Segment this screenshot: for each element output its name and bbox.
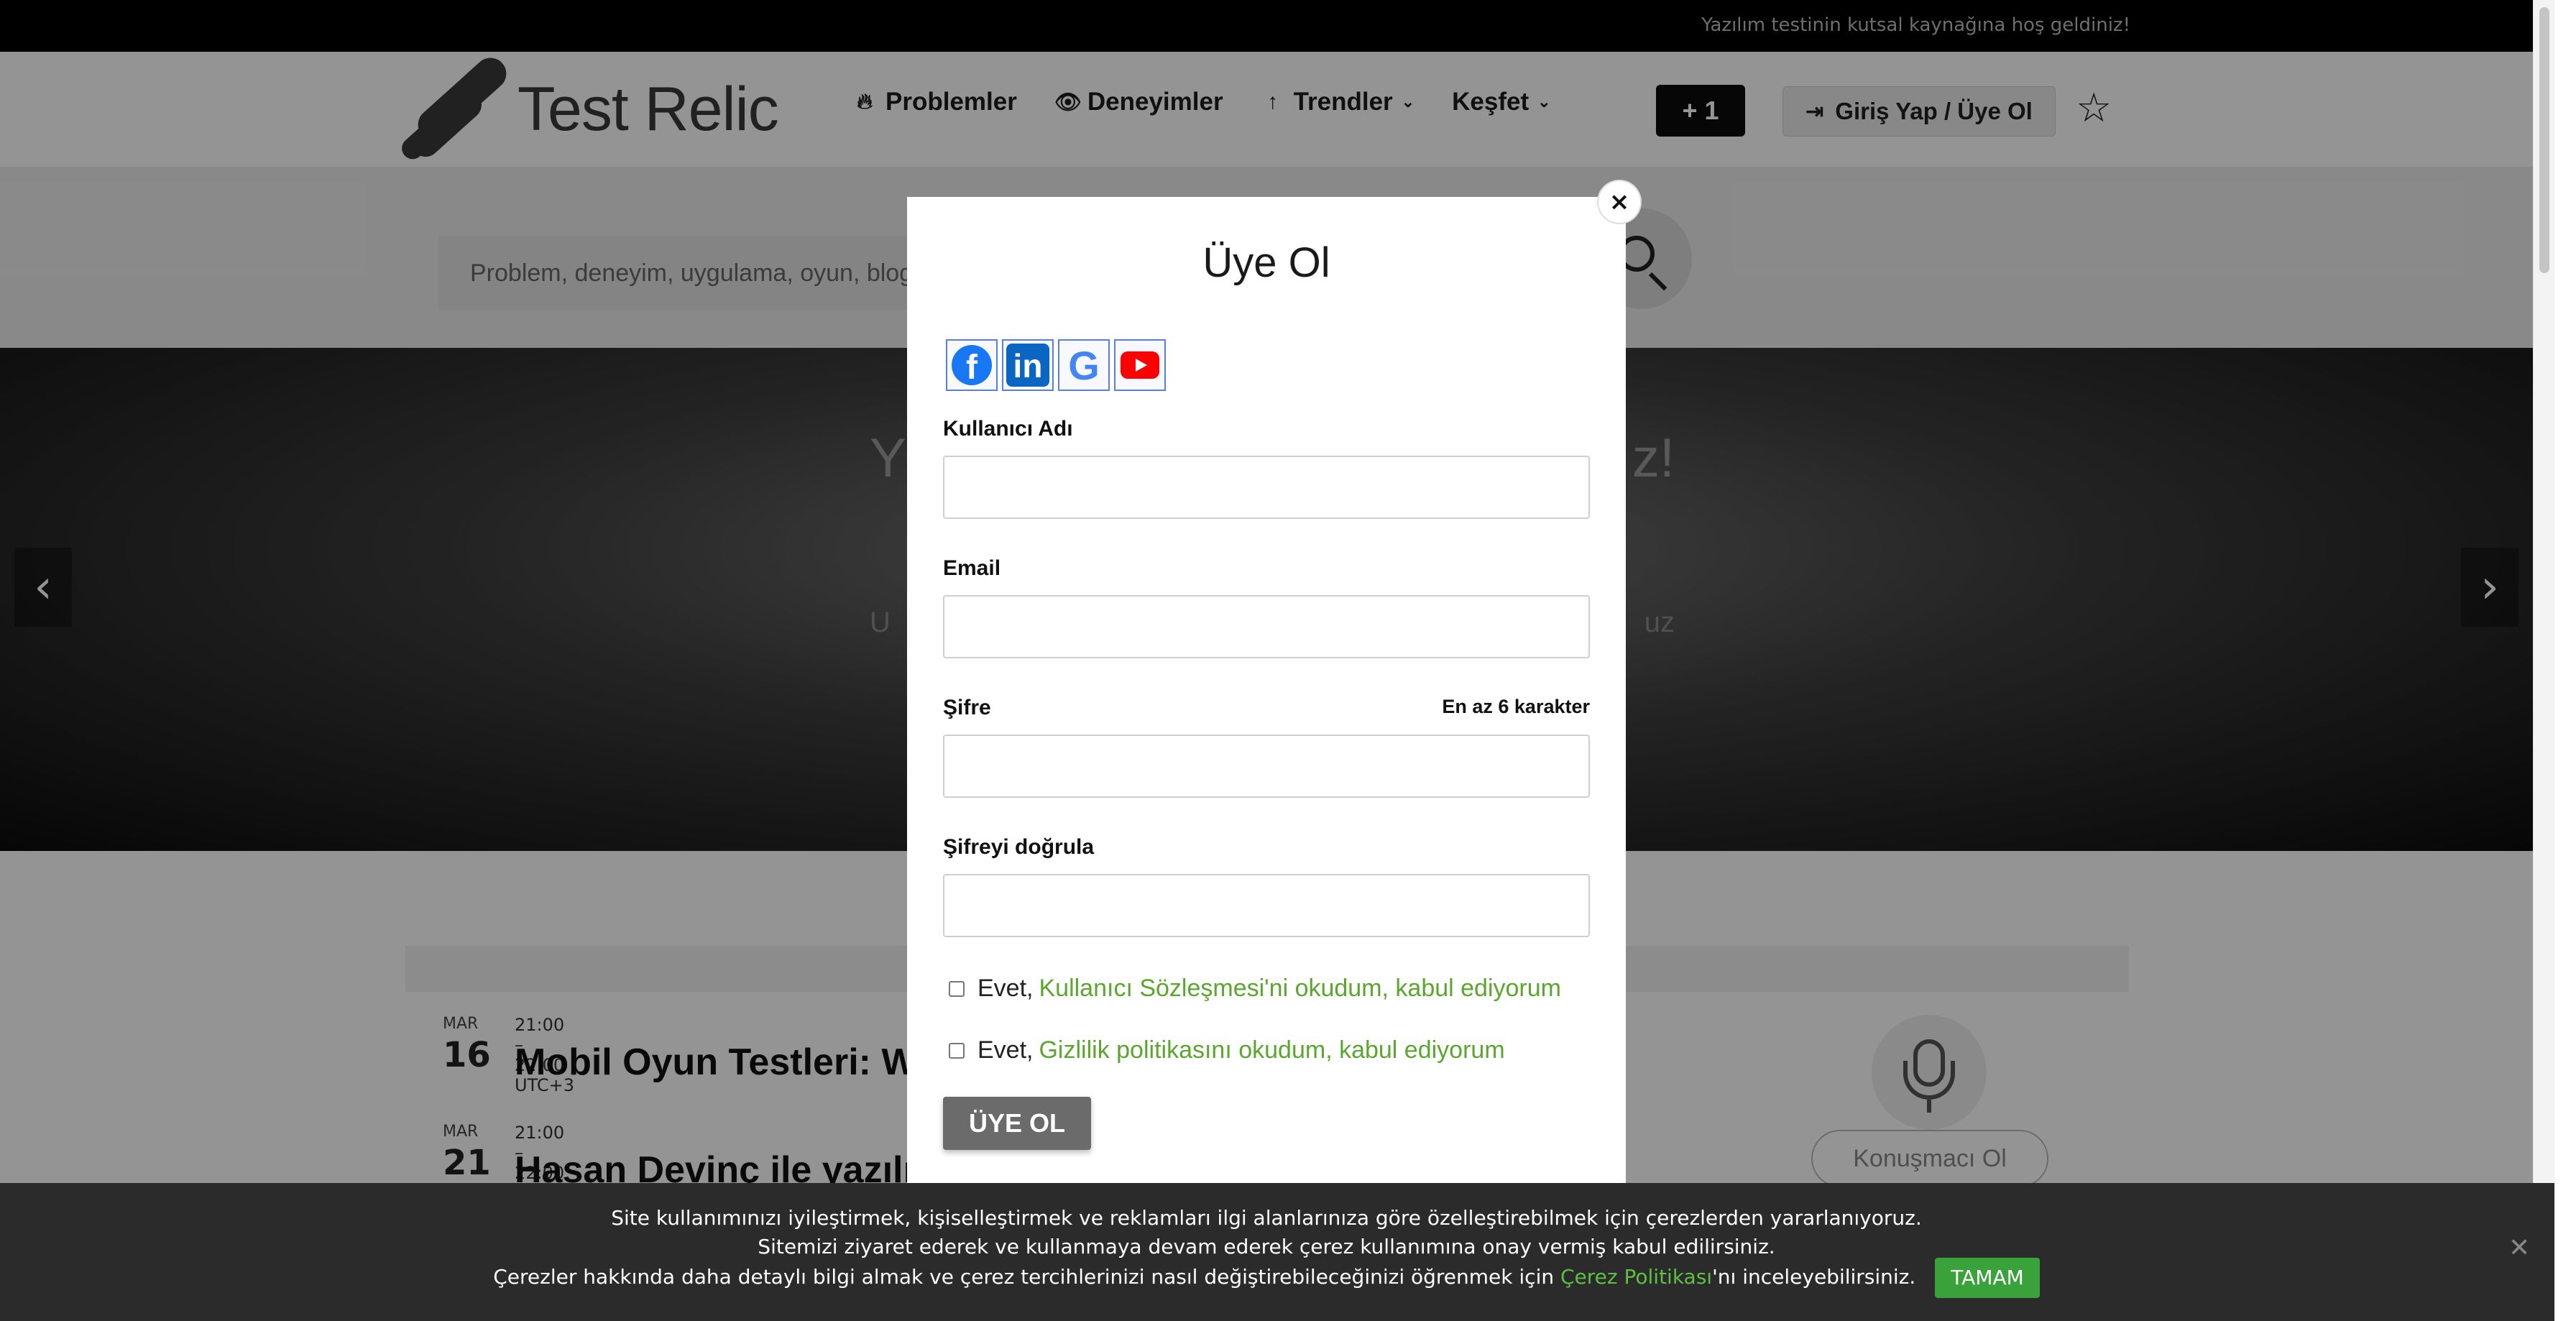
password-field[interactable] — [943, 735, 1590, 798]
signup-submit-button[interactable]: ÜYE OL — [943, 1097, 1091, 1150]
confirm-password-label: Şifreyi doğrula — [943, 835, 1095, 859]
cookie-text-line1: Site kullanımınızı iyileştirmek, kişisel… — [611, 1206, 1922, 1230]
terms-checkbox[interactable] — [949, 980, 965, 997]
linkedin-icon: in — [1006, 344, 1049, 387]
linkedin-login-button[interactable]: in — [1002, 339, 1054, 391]
privacy-link[interactable]: Gizlilik politikasını okudum, kabul ediy… — [1039, 1036, 1504, 1064]
confirm-password-field[interactable] — [943, 874, 1590, 937]
cookie-policy-link[interactable]: Çerez Politikası — [1560, 1265, 1712, 1289]
cookie-accept-button[interactable]: TAMAM — [1935, 1258, 2040, 1298]
facebook-login-button[interactable]: f — [946, 339, 998, 391]
cookie-consent-bar: Site kullanımınızı iyileştirmek, kişisel… — [0, 1183, 2554, 1321]
password-hint: En az 6 karakter — [1442, 696, 1590, 717]
cookie-text-line2: Sitemizi ziyaret ederek ve kullanmaya de… — [758, 1235, 1775, 1258]
username-label: Kullanıcı Adı — [943, 417, 1073, 441]
google-login-button[interactable]: G — [1058, 339, 1110, 391]
close-icon[interactable]: × — [1598, 181, 1640, 223]
social-login-row: f in G — [946, 339, 1170, 391]
cookie-text-line3: Çerezler hakkında daha detaylı bilgi alm… — [0, 1258, 2533, 1298]
signup-modal: Üye Ol f in G Kullanıcı Adı Email Şifre … — [907, 197, 1626, 1196]
password-label: Şifre — [943, 696, 991, 719]
terms-prefix: Evet, — [978, 975, 1034, 1002]
window-edge — [2554, 0, 2576, 1321]
privacy-prefix: Evet, — [978, 1036, 1034, 1064]
privacy-checkbox[interactable] — [949, 1042, 965, 1059]
privacy-checkbox-row: Evet, Gizlilik politikasını okudum, kabu… — [949, 1036, 1505, 1064]
page-scrollbar[interactable] — [2533, 0, 2554, 1183]
modal-title: Üye Ol — [1202, 239, 1330, 286]
close-icon[interactable]: ✕ — [2508, 1233, 2530, 1263]
terms-checkbox-row: Evet, Kullanıcı Sözleşmesi'ni okudum, ka… — [949, 975, 1561, 1003]
username-field[interactable] — [943, 456, 1590, 519]
terms-link[interactable]: Kullanıcı Sözleşmesi'ni okudum, kabul ed… — [1039, 975, 1561, 1003]
scrollbar-thumb[interactable] — [2539, 7, 2549, 273]
google-icon: G — [1068, 342, 1100, 388]
email-label: Email — [943, 556, 1001, 580]
youtube-login-button[interactable] — [1114, 339, 1166, 391]
facebook-icon: f — [952, 345, 992, 387]
youtube-icon — [1121, 351, 1159, 379]
email-field[interactable] — [943, 595, 1590, 658]
